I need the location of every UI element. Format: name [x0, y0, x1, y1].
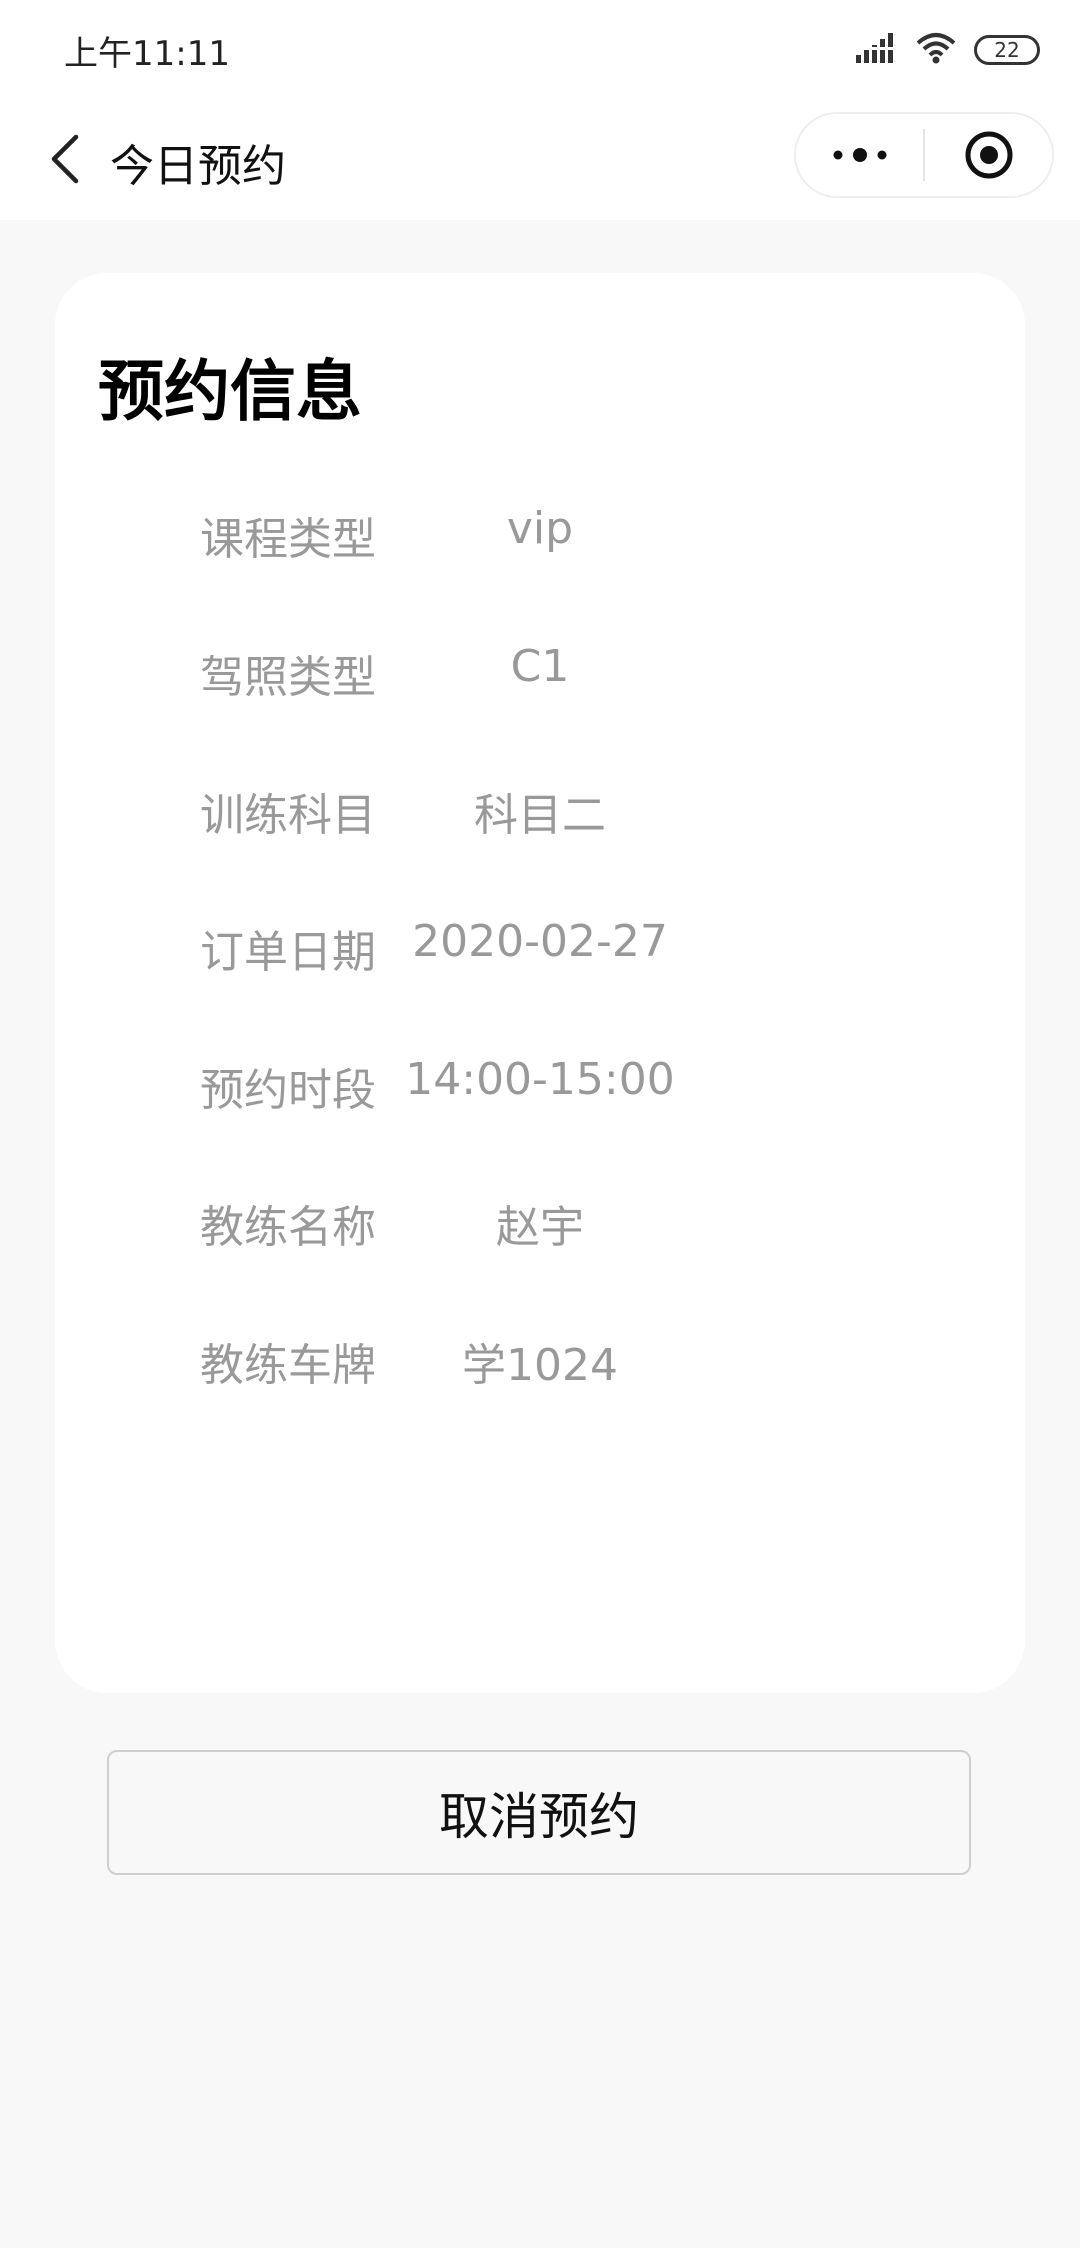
signal-icon — [856, 33, 898, 67]
info-value: vip — [506, 503, 574, 554]
status-bar: 上午11:11 22 — [0, 0, 1080, 100]
more-dots-icon — [833, 148, 886, 162]
close-program-button[interactable] — [925, 114, 1052, 196]
info-row-training-subject: 训练科目 科目二 — [55, 779, 1025, 859]
info-row-coach-name: 教练名称 赵宇 — [55, 1191, 1025, 1271]
info-value: 2020-02-27 — [412, 916, 668, 967]
info-value: 科目二 — [474, 790, 606, 841]
info-row-coach-plate: 教练车牌 学1024 — [55, 1329, 1025, 1409]
page-title: 今日预约 — [110, 141, 286, 192]
chevron-left-icon — [51, 134, 79, 184]
info-value: 赵宇 — [496, 1202, 584, 1253]
target-circle-icon — [965, 131, 1012, 179]
mini-program-capsule — [794, 112, 1054, 198]
battery-icon: 22 — [974, 35, 1040, 65]
more-button[interactable] — [796, 114, 923, 196]
nav-bar: 今日预约 — [0, 100, 1080, 220]
booking-info-card: 预约信息 课程类型 vip 驾照类型 C1 训练科目 科目二 订单日期 2020… — [55, 273, 1025, 1693]
info-row-course-type: 课程类型 vip — [55, 503, 1025, 583]
wifi-icon — [916, 32, 956, 68]
info-row-order-date: 订单日期 2020-02-27 — [55, 916, 1025, 996]
status-icons: 22 — [856, 30, 1040, 70]
info-value: 14:00-15:00 — [405, 1054, 675, 1105]
cancel-booking-button[interactable]: 取消预约 — [107, 1750, 971, 1875]
back-button[interactable] — [30, 124, 100, 194]
status-time: 上午11:11 — [64, 34, 230, 74]
info-row-time-slot: 预约时段 14:00-15:00 — [55, 1054, 1025, 1134]
card-title: 预约信息 — [98, 353, 362, 430]
info-value: 学1024 — [462, 1340, 618, 1391]
info-value: C1 — [510, 641, 570, 692]
info-row-license-type: 驾照类型 C1 — [55, 641, 1025, 721]
